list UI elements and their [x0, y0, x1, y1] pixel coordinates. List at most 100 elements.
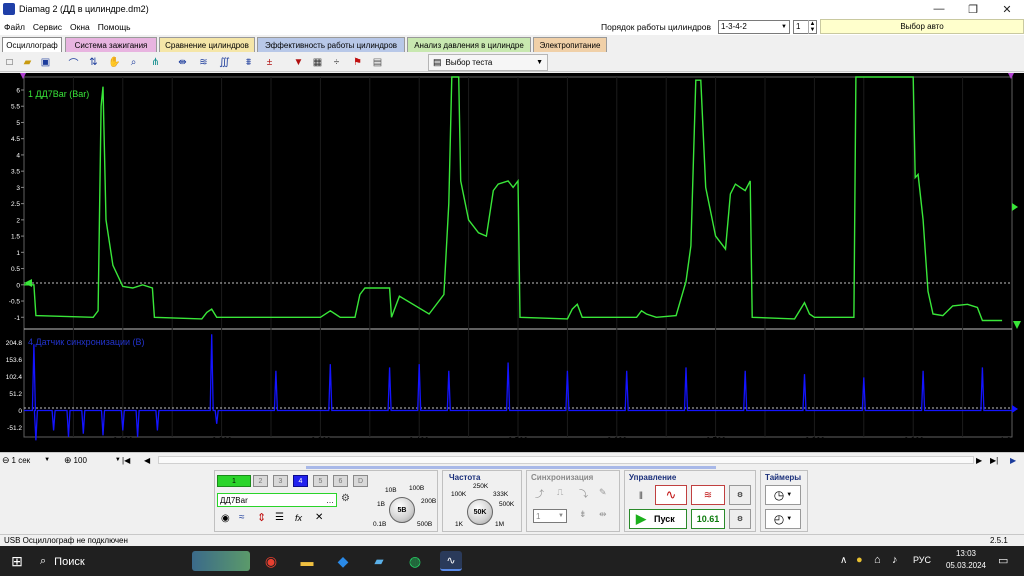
notifications-icon[interactable]: ▭: [998, 554, 1008, 567]
sync-falling-icon[interactable]: ⤵: [579, 487, 588, 500]
plus-circle-icon[interactable]: ⊕: [64, 455, 72, 466]
pulse-wave-button[interactable]: ≋: [691, 485, 725, 505]
scroll-right-icon[interactable]: ▶: [976, 454, 982, 466]
sync-rising-icon[interactable]: ⤴: [535, 487, 544, 500]
channel-3-button[interactable]: 3: [273, 475, 288, 487]
file-explorer-icon[interactable]: ▬: [296, 551, 318, 571]
vertical-shift-icon[interactable]: ⇕: [257, 511, 266, 524]
channel-4-button[interactable]: 4: [293, 475, 308, 487]
play-scroll-icon[interactable]: ▶: [1010, 454, 1016, 466]
maximize-button[interactable]: ❐: [956, 0, 990, 18]
oscilloscope-display[interactable]: 6 5.5 5 4.5 4 3.5 3 2.5 2 1.5 1 0.5 0 -0.5 -1 204.8 153…: [0, 73, 1024, 453]
menu-service[interactable]: Сервис: [29, 22, 66, 32]
zero-offset-icon[interactable]: ±: [262, 55, 277, 70]
ellipsis-icon[interactable]: …: [326, 496, 336, 505]
diamag-taskbar-icon[interactable]: ∿: [440, 551, 462, 571]
sensor-config-icon[interactable]: ⚙: [341, 493, 350, 504]
waveform-icon[interactable]: ≈: [239, 512, 245, 523]
panel-splitter[interactable]: [306, 466, 716, 469]
tree-view-icon[interactable]: ⋔: [148, 55, 163, 70]
scroll-start-icon[interactable]: |◀: [122, 454, 130, 466]
sine-wave-button[interactable]: ∿: [655, 485, 687, 505]
timer-clock-button[interactable]: ◷ ▼: [765, 485, 801, 505]
sync-pulse-icon[interactable]: ⎍: [557, 487, 563, 498]
document-icon[interactable]: ▤: [370, 55, 385, 70]
tab-cylinder-efficiency[interactable]: Эффективность работы цилиндров: [257, 37, 405, 52]
scroll-down-marker-icon[interactable]: [1013, 321, 1021, 329]
horizontal-scrollbar[interactable]: [158, 456, 974, 464]
channel-2-button[interactable]: 2: [253, 475, 268, 487]
sync-channel-select[interactable]: 1 ▼: [533, 509, 567, 523]
frequency-knob[interactable]: 50K: [467, 499, 493, 525]
channel-sensor-field[interactable]: ДД7Bar …: [217, 493, 337, 507]
new-file-icon[interactable]: □: [2, 55, 17, 70]
app-store-icon[interactable]: ▰: [368, 551, 390, 571]
compress-icon[interactable]: ⇼: [175, 55, 190, 70]
channel-1-button[interactable]: 1: [217, 475, 251, 487]
sync-shift-icon[interactable]: ⇹: [599, 509, 607, 520]
scroll-end-icon[interactable]: ▶|: [990, 454, 998, 466]
hand-pan-icon[interactable]: ✋: [107, 55, 122, 70]
volume-icon[interactable]: ♪: [892, 554, 898, 566]
cylinder-number-spinner[interactable]: 1 ▲ ▼: [793, 19, 817, 34]
timebase-select[interactable]: ⊖ 1 сек ▼: [2, 454, 50, 466]
tab-power-supply[interactable]: Электропитание: [533, 37, 607, 52]
sync-level-icon[interactable]: ⇟: [579, 509, 587, 520]
channel1-right-marker-icon[interactable]: [1012, 203, 1018, 211]
channel4-right-marker-icon[interactable]: [1012, 405, 1018, 413]
taskbar-thumbnail[interactable]: [192, 551, 250, 571]
auto-sync-icon[interactable]: ⚙: [729, 509, 751, 529]
cursor-mode-icon[interactable]: ⌒: [66, 55, 81, 70]
menu-windows[interactable]: Окна: [66, 22, 94, 32]
overlay-icon[interactable]: ∭: [217, 55, 232, 70]
vscode-icon[interactable]: ◆: [332, 551, 354, 571]
oscilloscope-chart[interactable]: 6 5.5 5 4.5 4 3.5 3 2.5 2 1.5 1 0.5 0 -0.5 -1 204.8 153…: [0, 73, 1024, 453]
menu-help[interactable]: Помощь: [94, 22, 135, 32]
whatsapp-icon[interactable]: ◍: [404, 551, 426, 571]
tab-pressure-analysis[interactable]: Анализ давления в цилиндре: [407, 37, 531, 52]
voltage-knob[interactable]: 5В: [389, 497, 415, 523]
language-indicator[interactable]: РУС: [913, 555, 931, 565]
table-icon[interactable]: ▦: [310, 55, 325, 70]
spin-arrows-icon[interactable]: ▲ ▼: [808, 19, 816, 34]
tray-app-icon[interactable]: ●: [856, 554, 863, 566]
eye-icon[interactable]: ◉: [221, 513, 230, 524]
taskbar-search[interactable]: ⌕ Поиск: [40, 555, 85, 568]
filter-icon[interactable]: ▼: [291, 55, 306, 70]
save-icon[interactable]: ▣: [38, 55, 53, 70]
tab-cylinder-compare[interactable]: Сравнение цилиндров: [159, 37, 255, 52]
tab-oscilloscope[interactable]: Осциллограф: [2, 37, 62, 52]
grid-wave-icon[interactable]: ⩩: [241, 55, 256, 70]
test-select[interactable]: ▤ Выбор теста ▼: [428, 54, 548, 71]
auto-setup-icon[interactable]: ⚙: [729, 485, 751, 505]
marker-icon[interactable]: ⇅: [86, 55, 101, 70]
zoom-select[interactable]: ⊕ 100 ▼: [64, 454, 121, 466]
minimize-button[interactable]: —: [922, 0, 956, 18]
windows-start-icon[interactable]: ⊞: [6, 551, 28, 571]
network-icon[interactable]: ⌂: [874, 554, 881, 566]
timer-stopwatch-button[interactable]: ◴ ▼: [765, 509, 801, 529]
chrome-icon[interactable]: ◉: [260, 551, 282, 571]
clock[interactable]: 13:03 05.03.2024: [940, 549, 992, 570]
channel-5-button[interactable]: 5: [313, 475, 328, 487]
select-auto-button[interactable]: Выбор авто: [820, 19, 1024, 34]
close-button[interactable]: ✕: [990, 0, 1024, 18]
channel-d-button[interactable]: D: [353, 475, 368, 487]
list-icon[interactable]: ☰: [275, 512, 284, 523]
menu-file[interactable]: Файл: [0, 22, 29, 32]
channel-6-button[interactable]: 6: [333, 475, 348, 487]
tools-icon[interactable]: ✕: [315, 512, 323, 523]
split-icon[interactable]: ÷: [329, 55, 344, 70]
scroll-left-icon[interactable]: ◀: [144, 454, 150, 466]
tab-ignition[interactable]: Система зажигания: [65, 37, 157, 52]
flag-icon[interactable]: ⚑: [350, 55, 365, 70]
pause-icon[interactable]: ‖: [629, 487, 653, 505]
sync-manual-icon[interactable]: ✎: [599, 487, 607, 498]
tray-expand-icon[interactable]: ∧: [840, 555, 847, 566]
function-icon[interactable]: fx: [295, 513, 302, 523]
start-button[interactable]: ▶ Пуск: [629, 509, 687, 529]
open-folder-icon[interactable]: ▰: [20, 55, 35, 70]
wave-stack-icon[interactable]: ≋: [196, 55, 211, 70]
minus-circle-icon[interactable]: ⊖: [2, 455, 10, 466]
cylinder-order-select[interactable]: 1-3-4-2 ▼: [718, 19, 790, 34]
